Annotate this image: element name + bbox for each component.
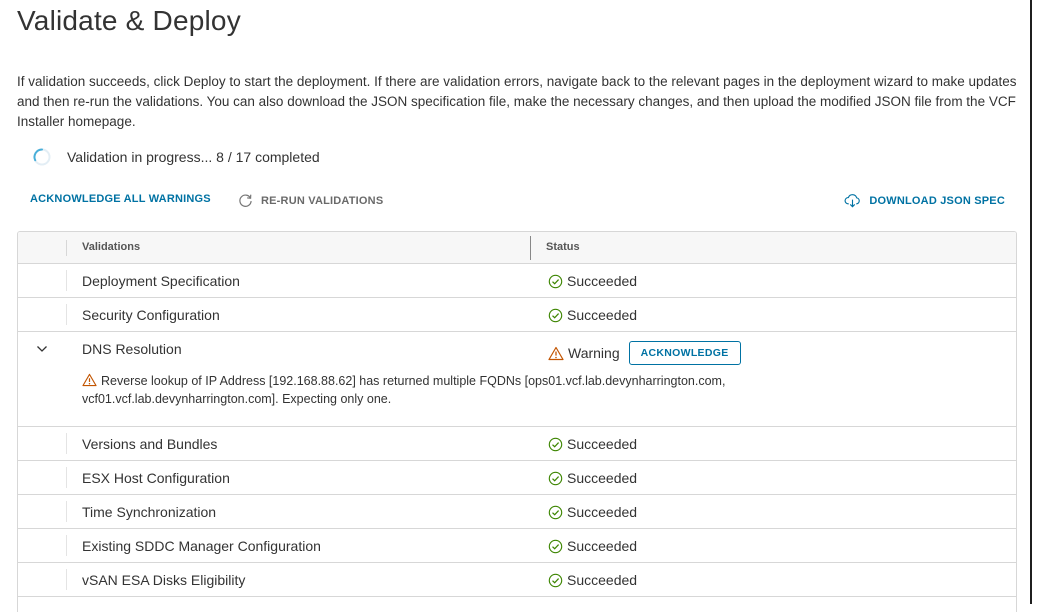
status-text: Succeeded	[567, 436, 638, 452]
grid-header: Validations Status	[18, 232, 1016, 264]
page-title: Validate & Deploy	[17, 5, 241, 36]
table-row: Security Configuration Succeeded	[18, 298, 1016, 332]
progress-text: Validation in progress... 8 / 17 complet…	[67, 149, 320, 165]
acknowledge-button[interactable]: ACKNOWLEDGE	[628, 341, 741, 365]
download-label: DOWNLOAD JSON SPEC	[869, 194, 1005, 207]
status-text: Succeeded	[567, 538, 638, 554]
check-circle-icon	[548, 471, 563, 485]
cell-divider	[66, 501, 67, 522]
cell-divider	[66, 569, 67, 590]
column-resize-handle[interactable]	[530, 236, 531, 260]
window-edge	[1030, 0, 1044, 604]
warning-icon	[82, 373, 97, 387]
validation-name: Existing SDDC Manager Configuration	[82, 538, 321, 554]
table-row: vSAN ESA Disks Eligibility Succeeded	[18, 563, 1016, 597]
status-cell: Succeeded	[548, 307, 637, 323]
cloud-download-icon	[844, 194, 861, 208]
table-row: Time Synchronization Succeeded	[18, 495, 1016, 529]
check-circle-icon	[548, 274, 563, 288]
validations-grid: Validations Status Deployment Specificat…	[17, 231, 1017, 612]
check-circle-icon	[548, 308, 563, 322]
check-circle-icon	[548, 437, 563, 451]
status-text: Succeeded	[567, 504, 638, 520]
status-cell: Succeeded	[548, 572, 637, 588]
validation-name: Versions and Bundles	[82, 436, 218, 452]
check-circle-icon	[548, 573, 563, 587]
cell-divider	[66, 270, 67, 291]
status-text: Warning	[568, 345, 620, 361]
status-cell: Warning ACKNOWLEDGE	[548, 341, 741, 365]
cell-divider	[66, 433, 67, 454]
rerun-validations-button[interactable]: RE-RUN VALIDATIONS	[238, 193, 383, 208]
cell-divider	[66, 467, 67, 488]
status-text: Succeeded	[567, 470, 638, 486]
status-text: Succeeded	[567, 572, 638, 588]
status-cell: Succeeded	[548, 504, 637, 520]
status-text: Succeeded	[567, 273, 638, 289]
status-cell: Succeeded	[548, 470, 637, 486]
validation-name: Deployment Specification	[82, 273, 240, 289]
validation-name: DNS Resolution	[82, 341, 182, 357]
page-description: If validation succeeds, click Deploy to …	[17, 74, 1017, 129]
column-header-status[interactable]: Status	[546, 241, 580, 253]
check-circle-icon	[548, 539, 563, 553]
window-border	[1030, 0, 1032, 604]
warning-detail: Reverse lookup of IP Address [192.168.88…	[82, 372, 802, 408]
status-cell: Succeeded	[548, 273, 637, 289]
acknowledge-all-warnings-button[interactable]: ACKNOWLEDGE ALL WARNINGS	[30, 193, 211, 205]
table-row: ESX Host Configuration Succeeded	[18, 461, 1016, 495]
refresh-icon	[239, 194, 252, 207]
warning-detail-text: Reverse lookup of IP Address [192.168.88…	[82, 374, 726, 406]
acknowledge-all-label: ACKNOWLEDGE ALL WARNINGS	[30, 193, 211, 205]
column-header-validations[interactable]: Validations	[82, 241, 140, 253]
check-circle-icon	[548, 505, 563, 519]
cell-divider	[66, 304, 67, 325]
status-cell: Succeeded	[548, 538, 637, 554]
warning-icon	[548, 346, 564, 360]
validation-name: Time Synchronization	[82, 504, 217, 520]
validation-name: vSAN ESA Disks Eligibility	[82, 572, 246, 588]
chevron-down-icon[interactable]	[35, 342, 49, 356]
table-row: Existing SDDC Manager Configuration Succ…	[18, 529, 1016, 563]
spinner-icon	[33, 148, 51, 166]
status-cell: Succeeded	[548, 436, 637, 452]
toolbar: ACKNOWLEDGE ALL WARNINGS RE-RUN VALIDATI…	[30, 193, 1005, 209]
table-row-expanded: DNS Resolution Warning ACKNOWLEDGE Rever…	[18, 332, 1016, 427]
table-row: Versions and Bundles Succeeded	[18, 427, 1016, 461]
column-divider	[66, 240, 67, 256]
download-json-spec-button[interactable]: DOWNLOAD JSON SPEC	[844, 193, 1005, 208]
status-text: Succeeded	[567, 307, 638, 323]
validation-name: ESX Host Configuration	[82, 470, 230, 486]
validation-name: Security Configuration	[82, 307, 220, 323]
cell-divider	[66, 535, 67, 556]
validation-progress: Validation in progress... 8 / 17 complet…	[33, 147, 320, 167]
table-row: Deployment Specification Succeeded	[18, 264, 1016, 298]
rerun-label: RE-RUN VALIDATIONS	[261, 194, 384, 207]
